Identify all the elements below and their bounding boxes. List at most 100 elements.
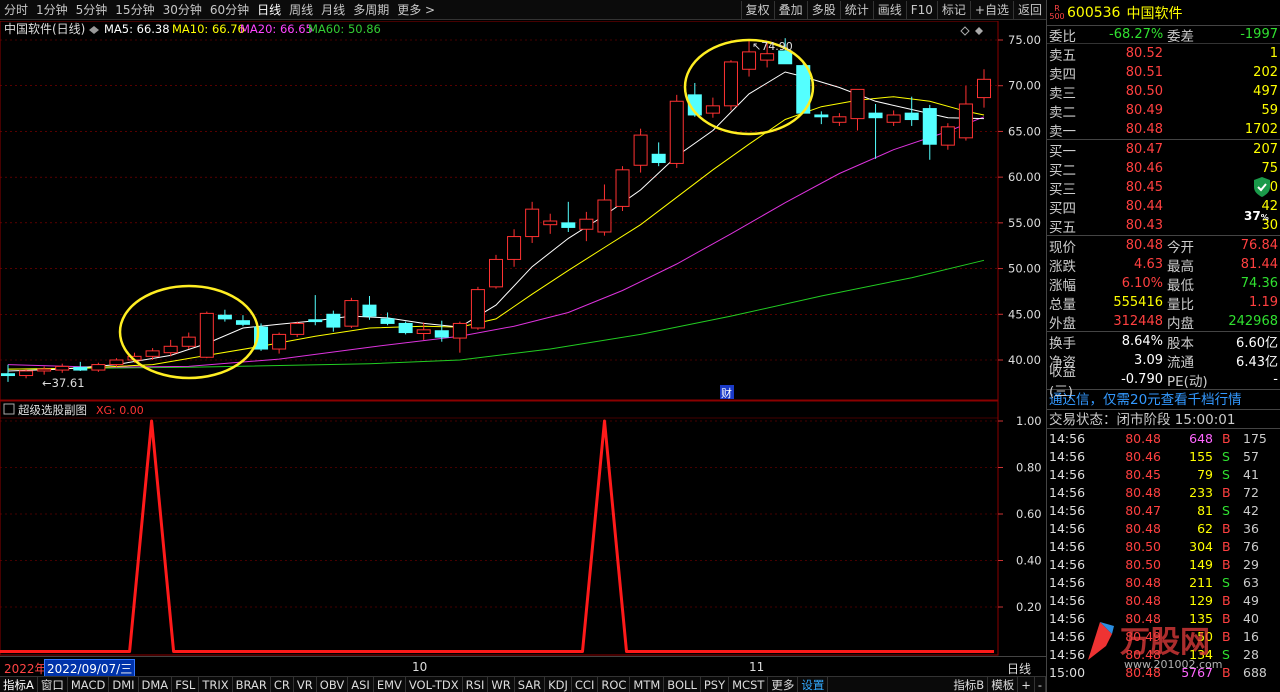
ytick-label-3: 55.00 (1008, 216, 1041, 230)
ask-label: 卖五 (1049, 47, 1076, 64)
quote-panel: R 500 600536 中国软件 委比 -68.27% 委差 -1997 卖五 8… (1046, 0, 1280, 692)
candle-30 (543, 213, 558, 234)
candle-8 (145, 348, 160, 360)
candle-39 (705, 97, 720, 118)
tick-count: 36 (1243, 520, 1259, 536)
indicator-tab-4[interactable]: DMA (139, 677, 173, 692)
tick-row: 14:56 80.48 129 B 49 (1047, 591, 1280, 609)
bid-level-1[interactable]: 买二 80.46 75 (1047, 159, 1280, 179)
tool-button-8[interactable]: 返回 (1012, 0, 1046, 19)
ask-level-3[interactable]: 卖二 80.49 59 (1047, 101, 1280, 121)
period-tab-3[interactable]: 15分钟 (111, 0, 158, 20)
indicator-tab-10[interactable]: OBV (317, 677, 349, 692)
period-tab-2[interactable]: 5分钟 (72, 0, 112, 20)
bid-label: 买二 (1049, 162, 1076, 179)
ask-price: 80.48 (1125, 122, 1163, 137)
ask-volume: 1 (1269, 46, 1278, 61)
period-tab-5[interactable]: 60分钟 (206, 0, 253, 20)
tool-button-7[interactable]: +自选 (969, 0, 1013, 19)
tick-side: B (1222, 538, 1231, 554)
candle-body (633, 134, 648, 166)
ask-level-2[interactable]: 卖三 80.50 497 (1047, 82, 1280, 102)
legend-item-2: MA20: 66.65 (240, 22, 313, 36)
tick-list[interactable]: 14:56 80.48 648 B 175 14:56 80.46 155 S 57 14:56 80… (1047, 429, 1280, 681)
period-tabs: 分时 1分钟 5分钟 15分钟 30分钟 60分钟 日线 周线 月线 多周期 更多 > (0, 0, 439, 20)
indicator-tab-18[interactable]: CCI (572, 677, 599, 692)
shield-percent: 37% (1244, 209, 1269, 223)
indicator-tab-13[interactable]: VOL-TDX (406, 677, 463, 692)
bid-price: 80.44 (1125, 199, 1163, 214)
indicator-tab-16[interactable]: SAR (515, 677, 546, 692)
bid-level-0[interactable]: 买一 80.47 207 (1047, 140, 1280, 160)
bid-price: 80.43 (1125, 218, 1163, 233)
tool-button-4[interactable]: 画线 (872, 0, 906, 19)
tool-button-6[interactable]: 标记 (936, 0, 970, 19)
indicator-tab-15[interactable]: WR (488, 677, 515, 692)
ask-level-4[interactable]: 卖一 80.48 1702 (1047, 120, 1280, 140)
indicator-tab-12[interactable]: EMV (374, 677, 406, 692)
period-tab-10[interactable]: 更多 > (393, 0, 439, 20)
ask-level-0[interactable]: 卖五 80.52 1 (1047, 44, 1280, 64)
tick-side: B (1222, 628, 1231, 644)
main-grid (0, 21, 999, 655)
tool-button-0[interactable]: 复权 (740, 0, 774, 19)
indicator-tab-21[interactable]: BOLL (664, 677, 701, 692)
tick-count: 16 (1243, 628, 1259, 644)
indicator-tab-5[interactable]: FSL (172, 677, 200, 692)
indicator-tab-0[interactable]: 指标A (0, 677, 38, 692)
candle-body (525, 208, 540, 238)
tick-side: B (1222, 610, 1231, 626)
indicator-tab-6[interactable]: TRIX (199, 677, 233, 692)
indicator-tab-25[interactable]: 设置 (798, 677, 829, 692)
right-tab-1[interactable]: 模板 (988, 677, 1019, 692)
indicator-tab-24[interactable]: 更多 (768, 677, 799, 692)
indicator-tab-11[interactable]: ASI (348, 677, 374, 692)
indicator-tab-17[interactable]: KDJ (545, 677, 572, 692)
period-toolbar: 分时 1分钟 5分钟 15分钟 30分钟 60分钟 日线 周线 月线 多周期 更多 > 复权 叠加 多股… (0, 0, 1046, 20)
indicator-tab-9[interactable]: VR (294, 677, 317, 692)
sub-chart-settings-icon (3, 403, 15, 415)
bid-level-2[interactable]: 买三80.4510 (1047, 178, 1280, 198)
right-tab-2[interactable]: + (1018, 677, 1035, 692)
tick-time: 14:56 (1049, 628, 1086, 644)
period-label[interactable]: 日线 (1007, 660, 1031, 677)
indicator-tab-2[interactable]: MACD (68, 677, 110, 692)
right-tab-0[interactable]: 指标B (950, 677, 989, 692)
tool-button-3[interactable]: 统计 (839, 0, 873, 19)
period-tab-8[interactable]: 月线 (317, 0, 349, 20)
candle-body (470, 289, 485, 329)
stat-value-2: 76.84 (1240, 238, 1278, 253)
tick-count: 28 (1243, 646, 1259, 662)
sub-ytick-label-3: 0.80 (1016, 461, 1042, 475)
upgrade-notice[interactable]: 通达信，仅需20元查看千档行情 (1047, 389, 1280, 409)
indicator-tab-7[interactable]: BRAR (233, 677, 271, 692)
indicator-tab-3[interactable]: DMI (109, 677, 139, 692)
period-tab-4[interactable]: 30分钟 (159, 0, 206, 20)
indicator-tab-14[interactable]: RSI (463, 677, 489, 692)
period-tab-7[interactable]: 周线 (285, 0, 317, 20)
candle-body (55, 365, 70, 371)
tool-button-5[interactable]: F10 (905, 0, 937, 19)
tick-price: 80.48 (1125, 610, 1161, 626)
kline-chart-area[interactable]: ←37.61 ↖74.90 财 40.00 45.00 50.00 55.00 60.00 6… (0, 21, 1046, 676)
indicator-tab-1[interactable]: 窗口 (38, 677, 68, 692)
ma20-path (7, 116, 985, 368)
indicator-tab-20[interactable]: MTM (630, 677, 665, 692)
shield-icon[interactable] (1252, 176, 1272, 198)
indicator-tab-19[interactable]: ROC (598, 677, 631, 692)
tick-price: 80.48 (1125, 430, 1161, 446)
period-tab-1[interactable]: 1分钟 (32, 0, 72, 20)
candle-27 (488, 254, 504, 289)
right-tab-3[interactable]: - (1035, 677, 1046, 692)
ask-level-1[interactable]: 卖四 80.51 202 (1047, 63, 1280, 83)
candle-3 (55, 363, 70, 373)
tick-time: 14:56 (1049, 466, 1086, 482)
indicator-tab-8[interactable]: CR (271, 677, 294, 692)
tool-button-1[interactable]: 叠加 (773, 0, 807, 19)
period-tab-9[interactable]: 多周期 (349, 0, 393, 20)
indicator-tab-22[interactable]: PSY (701, 677, 730, 692)
tool-button-2[interactable]: 多股 (806, 0, 840, 19)
period-tab-6[interactable]: 日线 (253, 0, 285, 20)
period-tab-0[interactable]: 分时 (0, 0, 32, 20)
indicator-tab-23[interactable]: MCST (729, 677, 769, 692)
